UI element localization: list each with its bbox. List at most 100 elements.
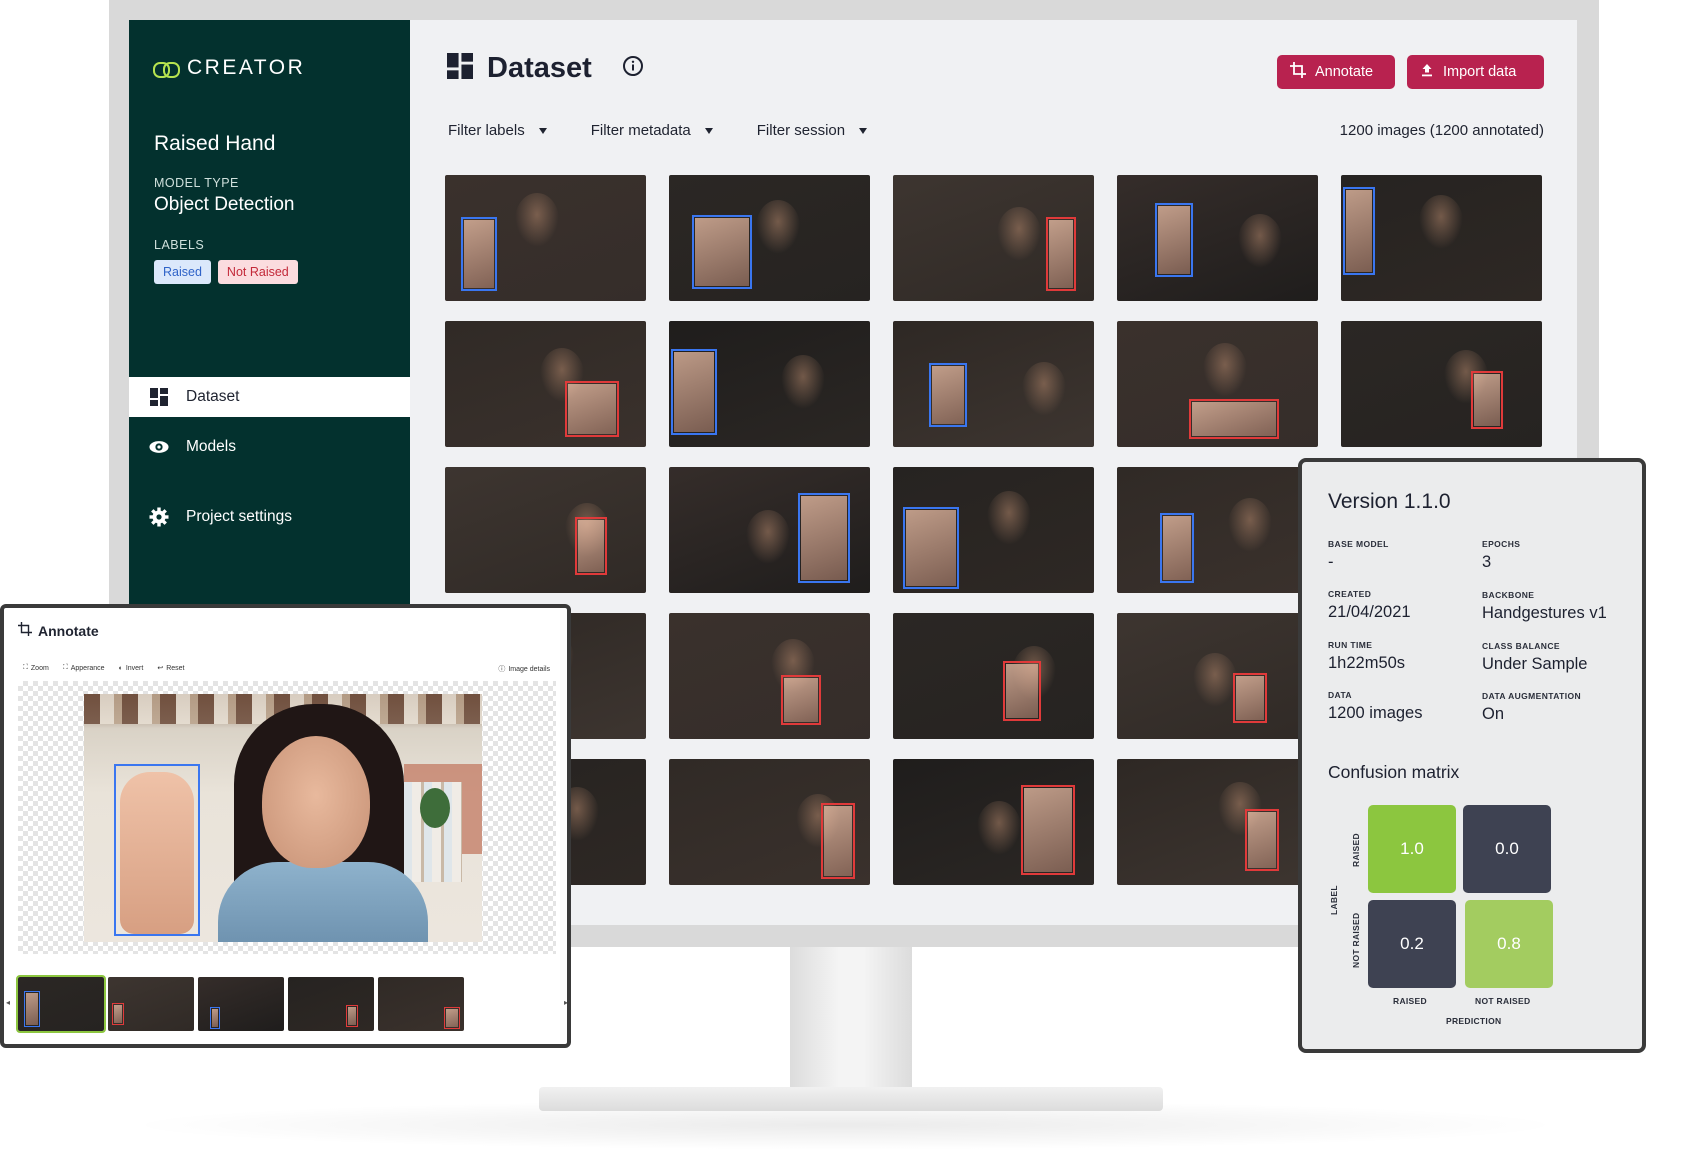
filmstrip-prev-icon[interactable]: ◂	[6, 998, 10, 1007]
bounding-box-raised[interactable]	[903, 507, 959, 589]
info-icon[interactable]	[622, 55, 644, 82]
cm-row-label-raised: RAISED	[1351, 833, 1361, 867]
import-data-button[interactable]: Import data	[1407, 55, 1544, 89]
version-card: Version 1.1.0 BASE MODEL - EPOCHS 3 CREA…	[1298, 458, 1646, 1053]
annotate-window: Annotate ⛶ Zoom ⛶ Apperance ◐ Invert ↩ Reset…	[0, 604, 571, 1048]
dataset-thumbnail[interactable]	[445, 321, 646, 447]
bounding-box-raised[interactable]	[461, 217, 497, 291]
brand[interactable]: CREATOR	[153, 56, 305, 80]
brand-name: CREATOR	[187, 56, 306, 79]
dataset-thumbnail[interactable]	[1341, 175, 1542, 301]
person-face	[515, 193, 559, 247]
invert-tool[interactable]: ◐ Invert	[119, 664, 144, 672]
field-value: On	[1482, 705, 1505, 723]
field-label: DATA AUGMENTATION	[1482, 691, 1582, 701]
reset-tool[interactable]: ↩ Reset	[157, 664, 185, 673]
field-value: Under Sample	[1482, 655, 1588, 673]
field-backbone: BACKBONE Handgestures v1	[1482, 590, 1607, 623]
cm-cell-notraised-notraised: 0.8	[1465, 900, 1553, 988]
field-label: RUN TIME	[1328, 640, 1373, 650]
bounding-box-raised[interactable]	[1155, 203, 1193, 277]
filmstrip-thumbnail[interactable]	[378, 977, 464, 1031]
hand	[906, 510, 956, 586]
bounding-box-not-raised[interactable]	[1003, 661, 1041, 721]
bounding-box-not-raised[interactable]	[781, 675, 821, 725]
dataset-thumbnail[interactable]	[893, 321, 1094, 447]
bounding-box-not-raised[interactable]	[575, 517, 607, 575]
annotate-button-label: Annotate	[1315, 64, 1374, 80]
bounding-box-raised[interactable]	[929, 363, 967, 427]
confusion-matrix-title: Confusion matrix	[1328, 762, 1460, 782]
zoom-icon: ⛶	[23, 664, 28, 671]
field-label: EPOCHS	[1482, 539, 1521, 549]
sidebar-item-dataset[interactable]: Dataset	[129, 377, 410, 417]
filmstrip-thumbnail[interactable]	[108, 977, 194, 1031]
cm-y-axis-title: LABEL	[1329, 885, 1339, 915]
tool-label: Reset	[166, 664, 185, 672]
field-label: CLASS BALANCE	[1482, 641, 1560, 651]
hand	[114, 1005, 122, 1023]
field-epochs: EPOCHS 3	[1482, 539, 1520, 572]
person-face	[1419, 195, 1463, 249]
bounding-box-not-raised[interactable]	[1233, 673, 1267, 723]
bounding-box-not-raised[interactable]	[1046, 217, 1076, 291]
filmstrip-thumbnail[interactable]	[198, 977, 284, 1031]
filter-metadata-dropdown[interactable]: Filter metadata	[591, 122, 713, 139]
dataset-thumbnail[interactable]	[669, 321, 870, 447]
hand	[446, 1009, 458, 1027]
dataset-thumbnail[interactable]	[669, 759, 870, 885]
filmstrip-thumbnail[interactable]	[16, 975, 106, 1033]
bounding-box-not-raised[interactable]	[1021, 785, 1075, 875]
annotate-button[interactable]: Annotate	[1277, 55, 1395, 89]
bounding-box-raised[interactable]	[798, 493, 850, 583]
bounding-box-raised[interactable]	[671, 349, 717, 435]
filmstrip-next-icon[interactable]: ▸	[564, 998, 567, 1007]
label-chip-raised[interactable]: Raised	[154, 260, 211, 284]
model-type-value: Object Detection	[154, 194, 295, 215]
import-data-button-label: Import data	[1443, 64, 1517, 80]
sidebar-item-project-settings[interactable]: Project settings	[129, 497, 410, 537]
version-title: Version 1.1.0	[1328, 490, 1451, 513]
bounding-box-not-raised[interactable]	[1189, 399, 1279, 439]
hand	[1158, 206, 1190, 274]
bounding-box-raised[interactable]	[1160, 513, 1194, 583]
field-base-model: BASE MODEL -	[1328, 539, 1389, 572]
cm-x-axis-title: PREDICTION	[1446, 1016, 1502, 1026]
dataset-thumbnail[interactable]	[893, 613, 1094, 739]
filter-labels-dropdown[interactable]: Filter labels	[448, 122, 547, 139]
bounding-box-not-raised[interactable]	[821, 803, 855, 879]
dataset-thumbnail[interactable]	[445, 175, 646, 301]
bounding-box-raised[interactable]	[692, 215, 752, 289]
dataset-thumbnail[interactable]	[893, 467, 1094, 593]
caret-down-icon	[704, 127, 713, 134]
label-chip-not-raised[interactable]: Not Raised	[217, 260, 298, 284]
appearance-tool[interactable]: ⛶ Apperance	[63, 664, 105, 672]
dataset-thumbnail[interactable]	[669, 613, 870, 739]
annotation-canvas[interactable]	[18, 681, 556, 954]
filmstrip-thumbnail[interactable]	[288, 977, 374, 1031]
dataset-thumbnail[interactable]	[893, 175, 1094, 301]
image-details-button[interactable]: ⓘ Image details	[498, 664, 550, 674]
dataset-thumbnail[interactable]	[669, 467, 870, 593]
image-details-label: Image details	[508, 665, 550, 673]
dataset-thumbnail[interactable]	[1117, 467, 1318, 593]
person-face	[1228, 498, 1272, 552]
filter-session-dropdown[interactable]: Filter session	[757, 122, 868, 139]
bounding-box-raised[interactable]	[1343, 187, 1375, 275]
bounding-box-not-raised[interactable]	[1471, 371, 1503, 429]
dataset-thumbnail[interactable]	[1117, 613, 1318, 739]
sidebar-item-models[interactable]: Models	[129, 427, 410, 467]
bounding-box-not-raised[interactable]	[565, 381, 619, 437]
bounding-box-not-raised[interactable]	[1245, 809, 1279, 871]
bounding-box-raised[interactable]	[114, 764, 200, 936]
dataset-thumbnail[interactable]	[893, 759, 1094, 885]
dataset-thumbnail[interactable]	[445, 467, 646, 593]
dataset-thumbnail[interactable]	[669, 175, 870, 301]
person-face	[746, 510, 790, 564]
dataset-thumbnail[interactable]	[1117, 759, 1318, 885]
dataset-thumbnail[interactable]	[1117, 321, 1318, 447]
page-title: Dataset	[487, 52, 592, 84]
dataset-thumbnail[interactable]	[1117, 175, 1318, 301]
dataset-thumbnail[interactable]	[1341, 321, 1542, 447]
zoom-tool[interactable]: ⛶ Zoom	[23, 664, 49, 672]
